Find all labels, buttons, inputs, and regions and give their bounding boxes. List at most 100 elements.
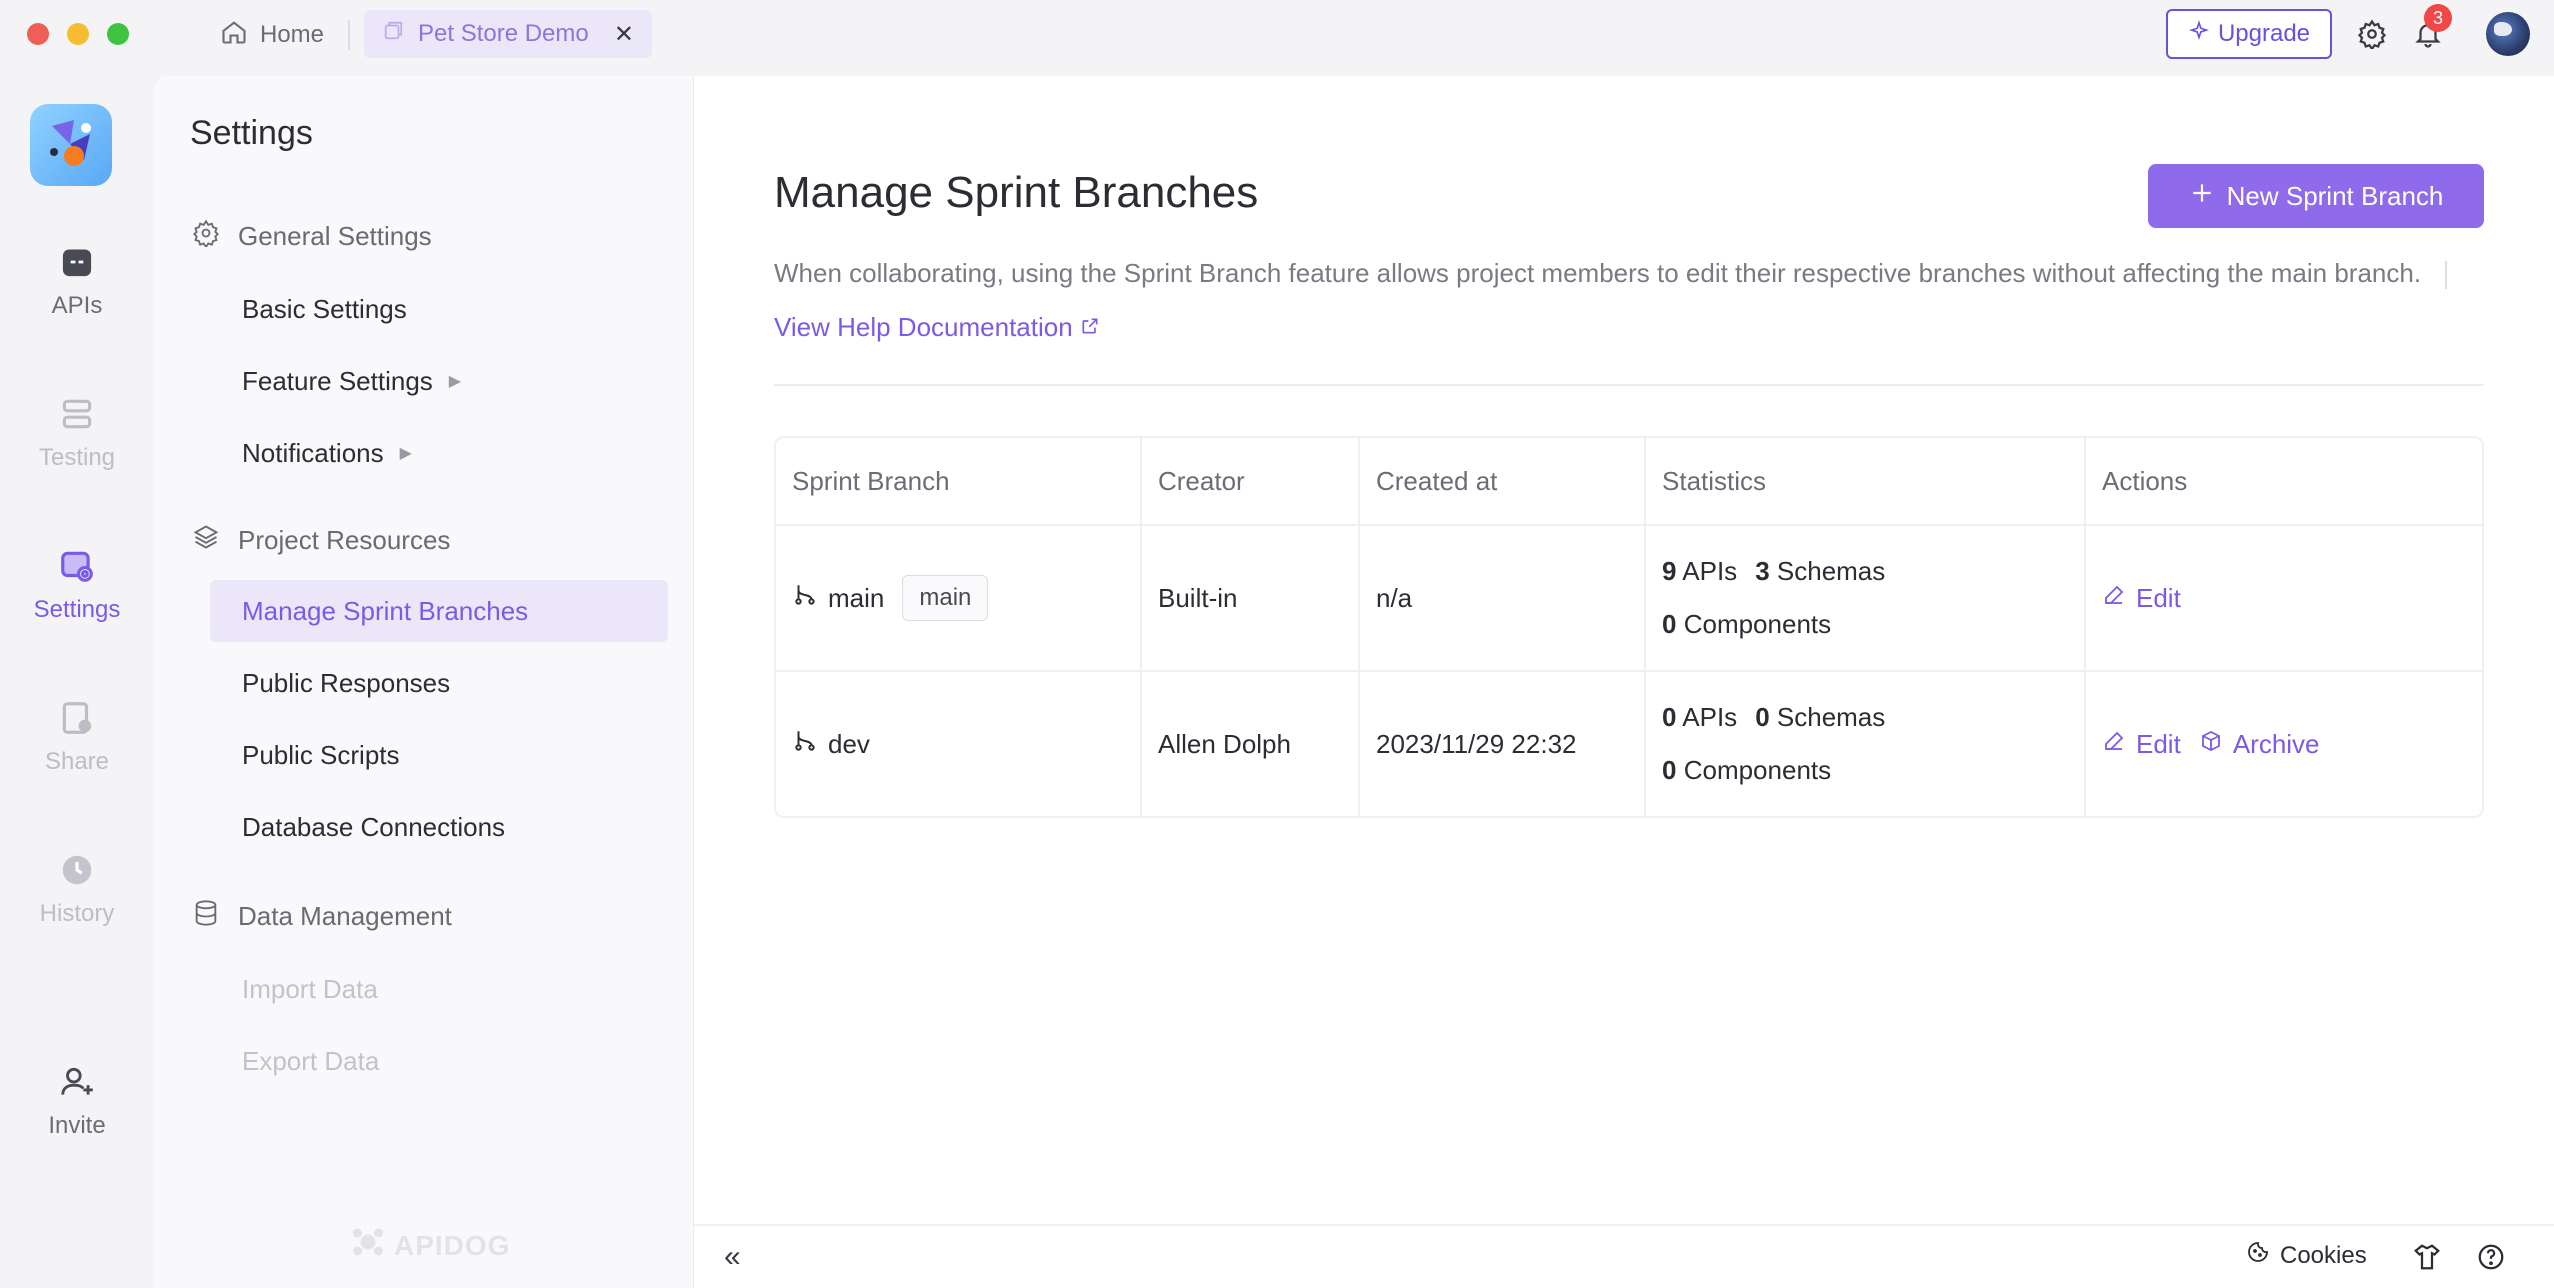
column-header: Created at (1360, 438, 1646, 524)
branch-cell: dev (776, 672, 1142, 816)
nav-basic-label: Basic Settings (242, 293, 407, 324)
rail-item-testing[interactable]: Testing (0, 378, 154, 488)
statistics-cell: 9 APIs 3 Schemas 0 Components (1646, 526, 2086, 670)
column-header: Sprint Branch (776, 438, 1142, 524)
nav-public-responses[interactable]: Public Responses (210, 652, 668, 714)
group-data-management: Data Management (192, 896, 452, 936)
apis-label: APIs (1682, 702, 1738, 732)
actions-cell: Edit Archive (2086, 672, 2482, 816)
edit-button[interactable]: Edit (2102, 583, 2181, 614)
actions-cell: Edit (2086, 526, 2482, 670)
help-icon[interactable] (2476, 1242, 2506, 1272)
upgrade-label: Upgrade (2217, 20, 2311, 47)
help-link-label: View Help Documentation (774, 312, 1073, 342)
database-icon (192, 899, 220, 934)
rail-item-share[interactable]: Share (0, 682, 154, 792)
cookies-label: Cookies (2280, 1241, 2367, 1269)
tab-project-label: Pet Store Demo (418, 20, 589, 47)
table-row: dev Allen Dolph 2023/11/29 22:32 0 APIs … (776, 672, 2482, 816)
rail-item-invite[interactable]: Invite (0, 1046, 154, 1156)
nav-scripts-label: Public Scripts (242, 739, 400, 770)
notification-badge: 3 (2424, 4, 2452, 32)
apis-count: 0 (1662, 702, 1677, 732)
tab-pet-store-demo[interactable]: Pet Store Demo ✕ (364, 10, 652, 58)
caret-right-icon: ▶ (399, 445, 412, 462)
components-label: Components (1683, 609, 1832, 639)
creator-cell: Allen Dolph (1142, 672, 1360, 816)
cookies-button[interactable]: Cookies (2246, 1240, 2367, 1271)
schemas-count: 0 (1755, 702, 1770, 732)
rail-label-history: History (39, 900, 115, 927)
tab-divider (348, 20, 350, 50)
history-icon (57, 850, 97, 890)
sprint-branches-table: Sprint Branch Creator Created at Statist… (774, 436, 2484, 818)
plus-icon (2189, 180, 2215, 213)
nav-public-scripts[interactable]: Public Scripts (210, 724, 668, 786)
close-icon[interactable]: ✕ (614, 20, 634, 49)
nav-feature-settings[interactable]: Feature Settings ▶ (210, 350, 668, 412)
nav-export-data[interactable]: Export Data (210, 1030, 668, 1092)
nav-responses-label: Public Responses (242, 667, 451, 698)
apis-count: 9 (1662, 556, 1677, 586)
nav-database-label: Database Connections (242, 811, 506, 842)
rail-label-share: Share (44, 748, 110, 775)
collapse-sidebar-icon[interactable]: « (724, 1240, 741, 1274)
new-sprint-branch-label: New Sprint Branch (2226, 180, 2444, 211)
new-sprint-branch-button[interactable]: New Sprint Branch (2148, 164, 2484, 228)
gear-icon[interactable] (2354, 16, 2390, 52)
cookie-icon (2246, 1240, 2270, 1271)
statistics-cell: 0 APIs 0 Schemas 0 Components (1646, 672, 2086, 816)
edit-button[interactable]: Edit (2102, 729, 2181, 760)
edit-label: Edit (2136, 582, 2181, 613)
tab-home-label: Home (260, 21, 325, 48)
nav-sprint-label: Manage Sprint Branches (242, 595, 529, 626)
status-bar: « Cookies (694, 1224, 2554, 1288)
branch-name: dev (828, 728, 870, 759)
sparkle-icon (2188, 19, 2210, 49)
view-help-documentation-link[interactable]: View Help Documentation (774, 312, 1100, 342)
rail-label-apis: APIs (51, 292, 103, 319)
group-general-label: General Settings (238, 220, 432, 251)
archive-button[interactable]: Archive (2199, 729, 2320, 760)
nav-import-label: Import Data (242, 973, 378, 1004)
archive-label: Archive (2232, 728, 2320, 759)
avatar[interactable] (2486, 12, 2530, 56)
page-title: Manage Sprint Branches (774, 168, 1259, 217)
components-count: 0 (1662, 609, 1677, 639)
rail-label-invite: Invite (48, 1112, 106, 1139)
apis-label: APIs (1682, 556, 1738, 586)
group-resources-label: Project Resources (238, 524, 451, 555)
settings-icon (57, 546, 97, 586)
branch-tag: main (902, 575, 989, 621)
api-icon (57, 242, 97, 282)
nav-import-data[interactable]: Import Data (210, 958, 668, 1020)
created-cell: n/a (1360, 526, 1646, 670)
nav-export-label: Export Data (242, 1045, 380, 1076)
invite-icon (57, 1062, 97, 1102)
upgrade-button[interactable]: Upgrade (2166, 9, 2332, 59)
nav-database-connections[interactable]: Database Connections (210, 796, 668, 858)
creator-cell: Built-in (1142, 526, 1360, 670)
layers-icon (192, 523, 220, 558)
group-data-label: Data Management (238, 900, 452, 931)
rail-item-apis[interactable]: APIs (0, 226, 154, 336)
caret-right-icon: ▶ (448, 373, 462, 390)
maximize-window-button[interactable] (107, 23, 129, 45)
nav-basic-settings[interactable]: Basic Settings (210, 278, 668, 340)
title-bar: Home Pet Store Demo ✕ Upgrade 3 (0, 0, 2554, 76)
branch-name: main (828, 582, 885, 613)
settings-title: Settings (190, 114, 313, 152)
components-label: Components (1683, 755, 1832, 785)
nav-notifications[interactable]: Notifications ▶ (210, 422, 668, 484)
nav-manage-sprint-branches[interactable]: Manage Sprint Branches (210, 580, 668, 642)
close-window-button[interactable] (27, 23, 49, 45)
created-cell: 2023/11/29 22:32 (1360, 672, 1646, 816)
rail-item-history[interactable]: History (0, 834, 154, 944)
group-general-settings: General Settings (192, 216, 432, 256)
rail-item-settings[interactable]: Settings (0, 530, 154, 640)
minimize-window-button[interactable] (67, 23, 89, 45)
nav-feature-label: Feature Settings (242, 365, 433, 396)
tab-home[interactable]: Home (206, 12, 338, 58)
shirt-icon[interactable] (2412, 1242, 2442, 1272)
rail-label-testing: Testing (38, 444, 116, 471)
